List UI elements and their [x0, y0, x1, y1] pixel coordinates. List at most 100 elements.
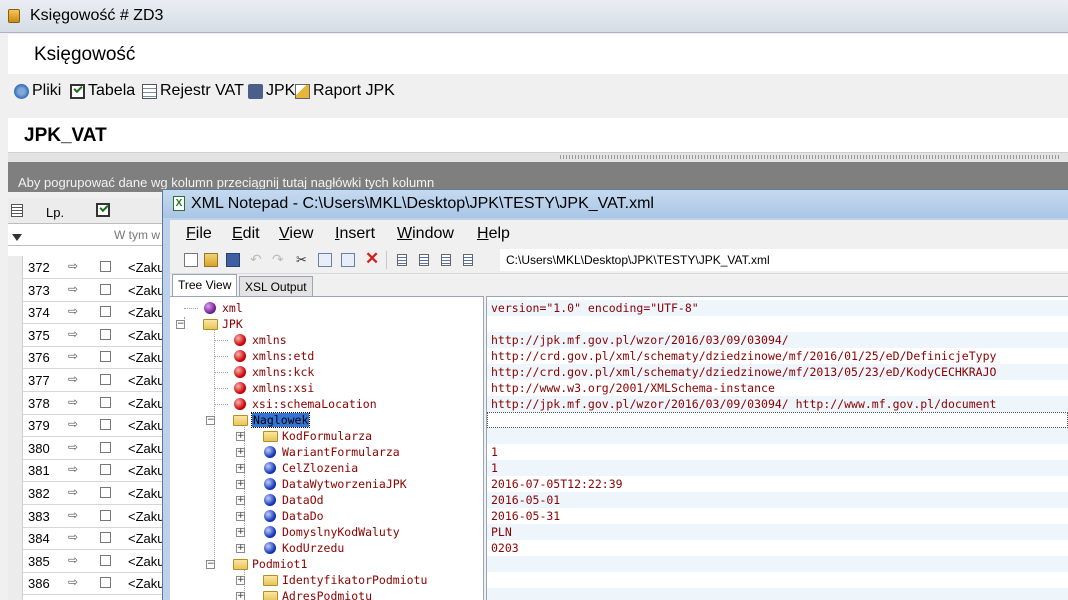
column-header-lp[interactable]: Lp. — [46, 205, 64, 220]
tree-node-label[interactable]: DataDo — [282, 509, 324, 523]
row-arrow-icon[interactable]: ⇨ — [68, 304, 78, 318]
tree-node[interactable]: xml — [170, 300, 483, 316]
expand-toggle-icon[interactable]: + — [236, 528, 245, 537]
row-indicator[interactable] — [8, 459, 23, 483]
expand-toggle-icon[interactable]: + — [236, 464, 245, 473]
node-value[interactable]: http://jpk.mf.gov.pl/wzor/2016/03/09/030… — [491, 332, 789, 348]
tree-node-label[interactable]: KodUrzedu — [282, 541, 344, 555]
delete-icon[interactable]: ✕ — [365, 250, 379, 267]
table-row[interactable]: 383 ⇨ <Zaku — [8, 504, 168, 528]
row-checkbox[interactable] — [100, 261, 111, 272]
row-arrow-icon[interactable]: ⇨ — [68, 462, 78, 476]
tree-node-label[interactable]: xmlns:xsi — [252, 381, 314, 395]
collapse-toggle-icon[interactable]: − — [176, 320, 185, 329]
tree-node-label[interactable]: CelZlozenia — [282, 461, 358, 475]
tree-node-label[interactable]: Podmiot1 — [252, 557, 307, 571]
row-checkbox[interactable] — [100, 509, 111, 521]
tree-view-pane[interactable]: xml − JPK xmlns xmlns:etd xmlns:kck xmlns:xsi x… — [170, 296, 483, 600]
filter-icon[interactable] — [12, 234, 22, 241]
node-value[interactable]: 1 — [491, 444, 498, 460]
cut-icon[interactable]: ✂ — [296, 253, 310, 267]
nudge-down-icon[interactable] — [419, 254, 429, 266]
row-arrow-icon[interactable]: ⇨ — [68, 530, 78, 544]
tree-node[interactable]: − Naglowek — [170, 412, 483, 428]
main-titlebar[interactable]: Księgowość # ZD3 — [0, 0, 1068, 33]
tree-node-label[interactable]: IdentyfikatorPodmiotu — [282, 573, 427, 587]
tree-node[interactable]: + CelZlozenia — [170, 460, 483, 476]
tree-node[interactable]: + AdresPodmiotu — [170, 588, 483, 600]
nudge-up-icon[interactable] — [397, 254, 407, 266]
redo-icon[interactable]: ↷ — [272, 252, 286, 266]
tree-node[interactable]: + DomyslnyKodWaluty — [170, 524, 483, 540]
save-icon[interactable] — [226, 253, 240, 267]
table-row[interactable]: 385 ⇨ <Zaku — [8, 549, 168, 573]
tree-node-label[interactable]: JPK — [222, 317, 243, 331]
tab-xsl-output[interactable]: XSL Output — [239, 276, 313, 296]
menu-help[interactable]: Help — [477, 225, 510, 243]
tree-node-label[interactable]: xmlns:kck — [252, 365, 314, 379]
nudge-left-icon[interactable] — [441, 254, 451, 266]
table-row[interactable]: 376 ⇨ <Zaku — [8, 346, 168, 370]
node-value[interactable]: http://jpk.mf.gov.pl/wzor/2016/03/09/030… — [491, 396, 996, 412]
tree-node[interactable]: + DataOd — [170, 492, 483, 508]
row-checkbox[interactable] — [100, 554, 111, 566]
expand-toggle-icon[interactable]: + — [236, 512, 245, 521]
file-path-field[interactable]: C:\Users\MKL\Desktop\JPK\TESTY\JPK_VAT.x… — [500, 249, 1068, 271]
row-checkbox[interactable] — [100, 441, 111, 453]
toolbar-raport-jpk-button[interactable]: Raport JPK — [295, 81, 395, 101]
table-row[interactable]: 380 ⇨ <Zaku — [8, 436, 168, 460]
row-checkbox[interactable] — [100, 464, 111, 476]
undo-icon[interactable]: ↶ — [250, 252, 264, 266]
row-arrow-icon[interactable]: ⇨ — [68, 440, 78, 454]
table-row[interactable]: 384 ⇨ <Zaku — [8, 527, 168, 551]
collapse-toggle-icon[interactable]: − — [206, 416, 215, 425]
row-arrow-icon[interactable]: ⇨ — [68, 508, 78, 522]
toolbar-tabela-button[interactable]: Tabela — [70, 81, 135, 101]
horizontal-splitter[interactable] — [8, 152, 1068, 162]
node-value[interactable]: 2016-05-31 — [491, 508, 560, 524]
table-row[interactable]: 379 ⇨ <Zaku — [8, 414, 168, 438]
tree-node[interactable]: + WariantFormularza — [170, 444, 483, 460]
row-checkbox[interactable] — [100, 374, 111, 385]
expand-toggle-icon[interactable]: + — [236, 576, 245, 585]
row-indicator[interactable] — [8, 323, 23, 347]
table-row[interactable]: 373 ⇨ <Zaku — [8, 278, 168, 302]
tree-node-label[interactable]: xsi:schemaLocation — [252, 397, 377, 411]
tree-node[interactable]: xmlns:xsi — [170, 380, 483, 396]
node-value[interactable]: 2016-07-05T12:22:39 — [491, 476, 623, 492]
table-row[interactable]: 377 ⇨ <Zaku — [8, 369, 168, 392]
tree-node-label[interactable]: DomyslnyKodWaluty — [282, 525, 400, 539]
tree-node[interactable]: xmlns:kck — [170, 364, 483, 380]
node-value[interactable]: http://crd.gov.pl/xml/schematy/dziedzino… — [491, 364, 996, 380]
expand-toggle-icon[interactable]: + — [236, 448, 245, 457]
row-indicator[interactable] — [8, 256, 23, 279]
row-checkbox[interactable] — [100, 328, 111, 340]
row-arrow-icon[interactable]: ⇨ — [68, 282, 78, 296]
tab-tree-view[interactable]: Tree View — [172, 274, 238, 296]
tree-node-label[interactable]: xmlns:etd — [252, 349, 314, 363]
row-arrow-icon[interactable]: ⇨ — [68, 417, 78, 431]
row-indicator[interactable] — [8, 572, 23, 596]
row-indicator[interactable] — [8, 436, 23, 460]
tree-node-label[interactable]: WariantFormularza — [282, 445, 400, 459]
new-file-icon[interactable] — [184, 253, 198, 267]
tree-node[interactable]: + DataWytworzeniaJPK — [170, 476, 483, 492]
node-value[interactable]: version="1.0" encoding="UTF-8" — [491, 300, 699, 316]
row-indicator[interactable] — [8, 369, 23, 392]
row-indicator[interactable] — [8, 391, 23, 415]
row-checkbox[interactable] — [100, 351, 111, 363]
row-arrow-icon[interactable]: ⇨ — [68, 553, 78, 567]
table-row[interactable]: 372 ⇨ <Zaku — [8, 256, 168, 279]
tree-node[interactable]: + DataDo — [170, 508, 483, 524]
copy-icon[interactable] — [318, 253, 332, 267]
tree-node-label[interactable]: DataWytworzeniaJPK — [282, 477, 407, 491]
table-row[interactable]: 387⇨<Zaku — [8, 595, 168, 600]
tree-node-label[interactable]: AdresPodmiotu — [282, 589, 372, 600]
tree-node[interactable]: + KodFormularza — [170, 428, 483, 444]
menu-insert[interactable]: Insert — [335, 225, 375, 243]
row-indicator[interactable] — [8, 595, 23, 600]
node-value[interactable]: http://www.w3.org/2001/XMLSchema-instanc… — [491, 380, 775, 396]
row-checkbox[interactable] — [100, 577, 111, 589]
group-by-panel[interactable]: Aby pogrupować dane wg kolumn przeciągni… — [8, 162, 1068, 192]
tree-node-label[interactable]: KodFormularza — [282, 429, 372, 443]
